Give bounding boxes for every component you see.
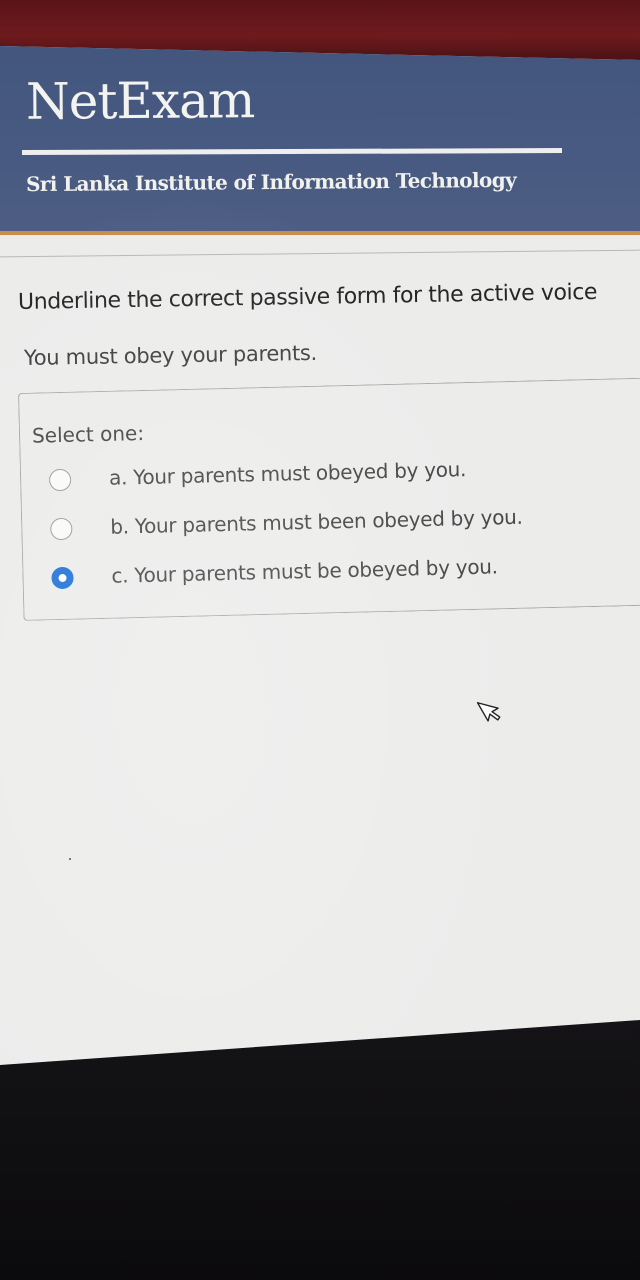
site-header: NetExam Sri Lanka Institute of Informati… [0,46,640,235]
question-prompt: Underline the correct passive form for t… [17,279,598,315]
answer-box: Select one: a. Your parents must obeyed … [18,377,640,621]
option-b-label[interactable]: b. Your parents must been obeyed by you. [110,505,523,539]
radio-option-b[interactable] [50,517,73,541]
option-c-label[interactable]: c. Your parents must be obeyed by you. [111,554,498,587]
netexam-logo[interactable]: NetExam [26,71,255,131]
option-a-label[interactable]: a. Your parents must obeyed by you. [109,457,467,490]
answer-option-a[interactable]: a. Your parents must obeyed by you. [48,457,466,497]
browser-page: NetExam Sri Lanka Institute of Informati… [0,46,640,1066]
select-one-label: Select one: [31,420,145,448]
header-divider [21,148,563,155]
question-sentence: You must obey your parents. [23,340,318,370]
answer-option-b[interactable]: b. Your parents must been obeyed by you. [50,505,523,546]
answer-option-c[interactable]: c. Your parents must be obeyed by you. [51,554,498,595]
screen-speck [69,858,71,860]
monitor-bezel-bottom [0,1020,640,1280]
radio-dot [58,573,67,583]
content-divider [0,249,640,258]
radio-option-a[interactable] [48,468,72,492]
radio-option-c-selected[interactable] [51,566,74,590]
institute-name: Sri Lanka Institute of Information Techn… [25,167,517,197]
